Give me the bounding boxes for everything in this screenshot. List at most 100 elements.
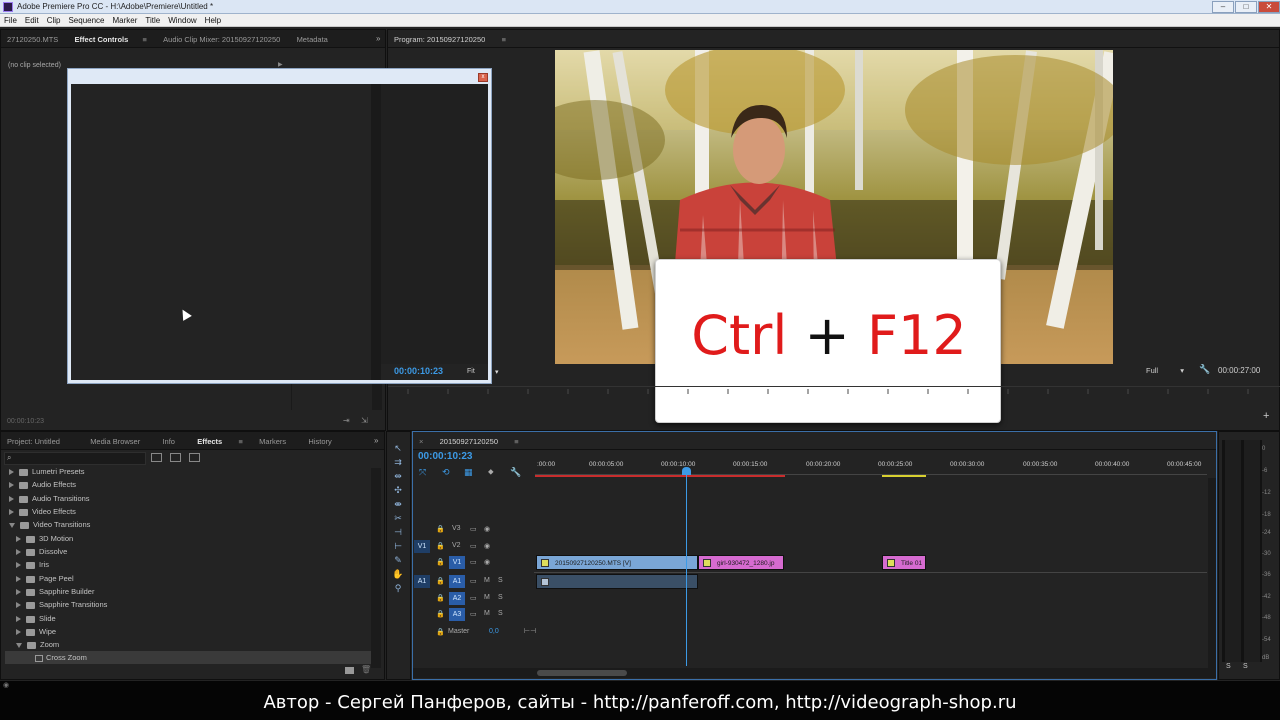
tab-audio-clip-mixer[interactable]: Audio Clip Mixer: 20150927120250 (157, 30, 288, 48)
close-icon[interactable]: x (478, 73, 488, 82)
playhead-handle[interactable] (682, 467, 691, 475)
timeline-horizontal-scrollbar[interactable] (413, 668, 1216, 678)
tab-effect-controls[interactable]: Effect Controls (69, 30, 137, 48)
slide-tool-icon[interactable]: ⊢ (391, 540, 405, 552)
tree-item-wipe[interactable]: Wipe (16, 625, 56, 638)
linked-selection-icon[interactable]: ⟲ (442, 467, 450, 478)
tree-item-video-transitions[interactable]: Video Transitions (9, 518, 90, 531)
tab-sequence[interactable]: 20150927120250 (434, 432, 506, 450)
panel-menu-icon[interactable]: ≡ (232, 432, 250, 450)
tree-item-sapphire-builder[interactable]: Sapphire Builder (16, 585, 94, 598)
playback-quality-select[interactable]: Full ▾ (1146, 366, 1184, 375)
menu-file[interactable]: File (0, 14, 21, 25)
track-target-a2[interactable]: A2 (449, 592, 465, 605)
tab-program[interactable]: Program: 20150927120250 (388, 30, 493, 48)
scrollbar[interactable] (371, 84, 381, 380)
razor-tool-icon[interactable]: ✂ (391, 512, 405, 524)
menu-edit[interactable]: Edit (21, 14, 43, 25)
source-patch-a1[interactable]: A1 (414, 575, 430, 588)
menu-title[interactable]: Title (141, 14, 164, 25)
new-folder-icon[interactable] (345, 667, 354, 674)
add-marker-icon[interactable]: ▦ (464, 467, 473, 478)
scrollbar[interactable] (371, 468, 381, 668)
lock-icon[interactable]: 🔒 (436, 525, 445, 533)
add-button-icon[interactable]: + (1263, 410, 1269, 422)
mute-button[interactable]: M (484, 610, 490, 617)
menu-clip[interactable]: Clip (43, 14, 65, 25)
track-target-a1[interactable]: A1 (449, 575, 465, 588)
source-patch-v1[interactable]: V1 (414, 540, 430, 553)
close-window-button[interactable]: ✕ (1258, 1, 1280, 13)
monitor-timeline-ruler[interactable] (388, 386, 1280, 400)
snap-icon[interactable]: ⤧ (419, 467, 426, 478)
tree-item-video-effects[interactable]: Video Effects (9, 505, 76, 518)
sync-lock-icon[interactable]: ▭ (470, 577, 477, 585)
solo-button[interactable]: S (498, 594, 503, 601)
hand-tool-icon[interactable]: ✋ (391, 568, 405, 580)
32bit-effects-icon[interactable] (170, 453, 181, 462)
scrollbar-thumb[interactable] (537, 670, 627, 676)
solo-right-button[interactable]: S (1243, 663, 1248, 670)
zoom-tool-icon[interactable]: ⚲ (391, 582, 405, 594)
clip-a1-audio[interactable] (536, 574, 698, 589)
sync-lock-icon[interactable]: ▭ (470, 542, 477, 550)
overflow-chevron-icon[interactable]: » (374, 436, 378, 445)
tree-item-audio-effects[interactable]: Audio Effects (9, 478, 76, 491)
close-tab-icon[interactable]: × (413, 432, 431, 450)
slip-tool-icon[interactable]: ⊣ (391, 526, 405, 538)
eye-icon[interactable]: ◉ (484, 558, 490, 566)
menu-marker[interactable]: Marker (109, 14, 142, 25)
clip-v1-title[interactable]: Title 01 (882, 555, 926, 570)
lock-icon[interactable]: 🔒 (436, 610, 445, 618)
sync-lock-icon[interactable]: ▭ (470, 594, 477, 602)
master-goto-icon[interactable]: ⊢⊣ (524, 627, 536, 635)
wrench-icon[interactable]: 🔧 (1199, 364, 1210, 375)
lock-icon[interactable]: 🔒 (436, 628, 445, 636)
solo-button[interactable]: S (498, 610, 503, 617)
play-arrow-icon[interactable]: ▶ (278, 61, 283, 68)
chevron-down-icon[interactable]: ▾ (495, 368, 499, 376)
menu-window[interactable]: Window (164, 14, 200, 25)
clip-v1-main[interactable]: 20150927120250.MTS [V] (536, 555, 698, 570)
sync-lock-icon[interactable]: ▭ (470, 558, 477, 566)
lock-icon[interactable]: 🔒 (436, 542, 445, 550)
timeline-vertical-scrollbar[interactable] (1208, 478, 1216, 668)
minimize-button[interactable]: – (1212, 1, 1234, 13)
tree-item-zoom[interactable]: Zoom (16, 638, 59, 651)
tree-item-lumetri-presets[interactable]: Lumetri Presets (9, 465, 85, 478)
lock-icon[interactable]: 🔒 (436, 558, 445, 566)
tree-item-audio-transitions[interactable]: Audio Transitions (9, 492, 90, 505)
tree-item-dissolve[interactable]: Dissolve (16, 545, 67, 558)
playhead-line[interactable] (686, 468, 687, 666)
rate-stretch-tool-icon[interactable]: ⇼ (391, 498, 405, 510)
tab-history[interactable]: History (302, 432, 339, 450)
floating-monitor-window[interactable]: x 00:00:10:23 Fit (67, 68, 492, 384)
lock-icon[interactable]: 🔒 (436, 594, 445, 602)
tree-item-cross-zoom[interactable]: Cross Zoom (5, 651, 371, 664)
rolling-edit-tool-icon[interactable]: ✣ (391, 484, 405, 496)
ripple-edit-tool-icon[interactable]: ⇹ (391, 470, 405, 482)
track-select-tool-icon[interactable]: ⇉ (391, 456, 405, 468)
master-volume-value[interactable]: 0,0 (489, 628, 499, 635)
tree-item-page-peel[interactable]: Page Peel (16, 572, 74, 585)
export-icon[interactable]: ⇥ (343, 416, 350, 425)
panel-menu-icon[interactable]: ≡ (139, 30, 155, 48)
trash-icon[interactable]: 🗑 (361, 665, 371, 674)
eye-icon[interactable]: ◉ (484, 525, 490, 533)
menu-sequence[interactable]: Sequence (64, 14, 108, 25)
mute-button[interactable]: M (484, 594, 490, 601)
panel-menu-icon[interactable]: ≡ (496, 30, 514, 48)
tree-item-iris[interactable]: Iris (16, 558, 49, 571)
solo-button[interactable]: S (498, 577, 503, 584)
selection-tool-icon[interactable]: ↖ (391, 442, 405, 454)
overflow-chevron-icon[interactable]: » (376, 34, 380, 43)
timeline-ruler[interactable] (535, 470, 1207, 475)
effects-search-input[interactable]: ⌕ (4, 452, 146, 465)
track-target-a3[interactable]: A3 (449, 608, 465, 621)
sync-lock-icon[interactable]: ▭ (470, 525, 477, 533)
pen-tool-icon[interactable]: ✎ (391, 554, 405, 566)
clip-v1-image[interactable]: girl-930472_1280.jp (698, 555, 784, 570)
solo-left-button[interactable]: S (1226, 663, 1231, 670)
mute-button[interactable]: M (484, 577, 490, 584)
filter-icon[interactable]: ⇲ (361, 416, 368, 425)
